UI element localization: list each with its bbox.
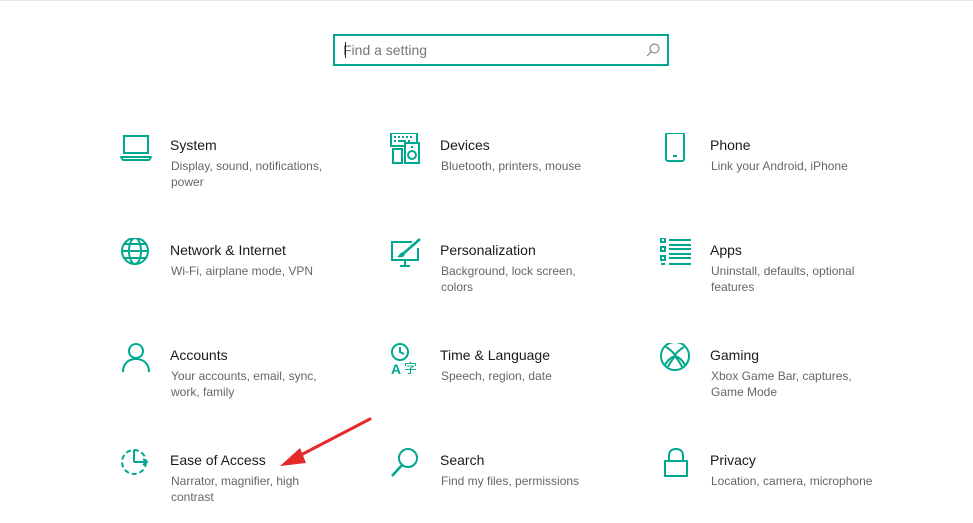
top-divider bbox=[0, 0, 973, 1]
tile-title: Personalization bbox=[440, 242, 536, 258]
tile-title: Accounts bbox=[170, 347, 228, 363]
tile-description: Display, sound, notifications, power bbox=[171, 159, 323, 189]
tile-devices[interactable]: Devices Bluetooth, printers, mouse bbox=[390, 133, 640, 213]
tile-title: Ease of Access bbox=[170, 452, 266, 468]
search-input[interactable] bbox=[343, 40, 633, 60]
search-box[interactable] bbox=[333, 34, 669, 66]
tile-description: Speech, region, date bbox=[441, 369, 552, 383]
tile-title: Devices bbox=[440, 137, 490, 153]
tile-description: Find my files, permissions bbox=[441, 474, 580, 488]
text-caret bbox=[345, 42, 346, 58]
settings-home: System Display, sound, notifications, po… bbox=[0, 0, 973, 523]
tile-description: Xbox Game Bar, captures, Game Mode bbox=[711, 369, 852, 399]
tile-accounts[interactable]: Accounts Your accounts, email, sync, wor… bbox=[120, 343, 370, 423]
tile-description: Background, lock screen, colors bbox=[441, 264, 576, 294]
tile-gaming[interactable]: Gaming Xbox Game Bar, captures, Game Mod… bbox=[660, 343, 910, 423]
xbox-icon bbox=[660, 343, 690, 371]
apps-list-icon bbox=[660, 238, 691, 265]
svg-text:A: A bbox=[391, 361, 401, 377]
tile-description: Location, camera, microphone bbox=[711, 474, 873, 488]
tile-description: Wi-Fi, airplane mode, VPN bbox=[171, 264, 314, 278]
magnifier-icon bbox=[391, 448, 418, 477]
globe-icon bbox=[121, 238, 149, 265]
tile-system[interactable]: System Display, sound, notifications, po… bbox=[120, 133, 370, 213]
tile-description: Your accounts, email, sync, work, family bbox=[171, 369, 317, 399]
tile-description: Bluetooth, printers, mouse bbox=[441, 159, 582, 173]
ease-of-access-icon bbox=[121, 449, 149, 475]
svg-text:字: 字 bbox=[404, 361, 417, 376]
tile-time-language[interactable]: A 字 Time & Language Speech, region, date bbox=[390, 343, 640, 423]
tile-title: Gaming bbox=[710, 347, 760, 363]
tile-title: Phone bbox=[710, 137, 751, 153]
tile-privacy[interactable]: Privacy Location, camera, microphone bbox=[660, 448, 910, 523]
keyboard-speaker-icon bbox=[390, 133, 420, 164]
tile-network-internet[interactable]: Network & Internet Wi-Fi, airplane mode,… bbox=[120, 238, 370, 318]
lock-icon bbox=[664, 448, 688, 477]
tile-title: Time & Language bbox=[440, 347, 550, 363]
tile-description: Link your Android, iPhone bbox=[711, 159, 848, 173]
person-icon bbox=[122, 343, 150, 373]
tile-title: Network & Internet bbox=[170, 242, 286, 258]
tile-ease-of-access[interactable]: Ease of Access Narrator, magnifier, high… bbox=[120, 448, 370, 523]
laptop-icon bbox=[120, 135, 152, 161]
tile-description: Uninstall, defaults, optional features bbox=[711, 264, 855, 294]
time-language-icon: A 字 bbox=[391, 343, 417, 377]
phone-icon bbox=[665, 133, 685, 162]
tile-phone[interactable]: Phone Link your Android, iPhone bbox=[660, 133, 910, 213]
tile-apps[interactable]: Apps Uninstall, defaults, optional featu… bbox=[660, 238, 910, 318]
tile-search[interactable]: Search Find my files, permissions bbox=[390, 448, 640, 523]
search-icon[interactable] bbox=[645, 42, 661, 58]
paintbrush-icon bbox=[391, 238, 421, 267]
tile-description: Narrator, magnifier, high contrast bbox=[171, 474, 300, 504]
tile-personalization[interactable]: Personalization Background, lock screen,… bbox=[390, 238, 640, 318]
tile-title: Apps bbox=[710, 242, 742, 258]
tile-title: System bbox=[170, 137, 217, 153]
tile-title: Privacy bbox=[710, 452, 756, 468]
tile-title: Search bbox=[440, 452, 485, 468]
